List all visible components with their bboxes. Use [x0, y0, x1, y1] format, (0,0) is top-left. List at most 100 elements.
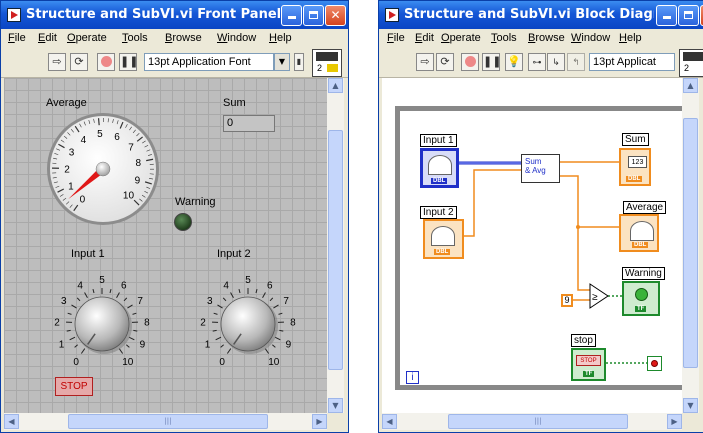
knob-tick: [126, 344, 130, 348]
maximize-icon: [684, 11, 693, 19]
font-selector[interactable]: 13pt Application Font: [144, 53, 274, 71]
size-grip[interactable]: [329, 413, 346, 430]
front-panel-title-bar[interactable]: Structure and SubVI.vi Front Panel ✕: [1, 1, 348, 29]
block-diagram-menu-bar: File Edit Operate Tools Browse Window Help: [379, 29, 703, 47]
gauge-scale-label: 2: [64, 164, 70, 175]
run-arrow-icon: ⇨: [420, 55, 430, 68]
knob-tick: [92, 289, 95, 294]
font-selector[interactable]: 13pt Applicat: [589, 53, 675, 71]
knob-scale-label: 6: [267, 281, 273, 292]
chevron-up-icon: ▲: [332, 81, 339, 90]
menu-item-operate[interactable]: Operate: [67, 32, 107, 44]
sum-avg-subvi[interactable]: Sum & Avg: [521, 154, 560, 183]
average-gauge[interactable]: 01 2 345 678 910: [44, 110, 162, 228]
chevron-left-icon: ◀: [8, 417, 15, 426]
scroll-left-button[interactable]: ◀: [4, 414, 19, 429]
menu-item-tools[interactable]: Tools: [122, 32, 148, 44]
input2-knob[interactable]: 01 234 5 678 9 10: [190, 264, 306, 374]
knob-tick: [212, 329, 217, 332]
retain-wire-values-button[interactable]: ⊶: [528, 53, 546, 71]
step-out-button[interactable]: ↰: [567, 53, 585, 71]
front-panel-toolbar: ⇨ ⟳ ❚❚ 13pt Application Font ▼ ▮ 2: [1, 47, 348, 78]
block-diagram-vertical-scrollbar[interactable]: ▲ ▼: [682, 78, 699, 413]
sum-label: Sum: [223, 97, 246, 109]
input2-terminal[interactable]: DBL: [423, 219, 464, 259]
menu-item-file[interactable]: File: [387, 32, 405, 44]
loop-condition-terminal[interactable]: [647, 356, 662, 371]
menu-item-edit[interactable]: Edit: [415, 32, 434, 44]
pause-button[interactable]: ❚❚: [482, 53, 502, 71]
input1-label: Input 1: [71, 248, 105, 260]
wire-junction-dot: [576, 225, 580, 229]
abort-button[interactable]: [97, 53, 115, 71]
vi-connector-pane-icon[interactable]: 2: [312, 49, 342, 77]
knob-scale-label: 10: [268, 357, 280, 368]
maximize-button[interactable]: [678, 5, 699, 26]
scroll-thumb[interactable]: [328, 130, 343, 370]
scroll-right-button[interactable]: ▶: [312, 414, 327, 429]
average-terminal[interactable]: DBL: [619, 214, 659, 252]
run-continuously-button[interactable]: ⟳: [70, 53, 88, 71]
scroll-thumb[interactable]: |||: [68, 414, 268, 429]
abort-button[interactable]: [461, 53, 479, 71]
pause-button[interactable]: ❚❚: [119, 53, 138, 71]
menu-item-help[interactable]: Help: [619, 32, 642, 44]
input1-knob[interactable]: 01 234 5 678 9 10: [44, 264, 160, 374]
numeric-constant[interactable]: 9: [561, 294, 573, 307]
scroll-down-button[interactable]: ▼: [683, 398, 698, 413]
font-dropdown-button[interactable]: ▼: [274, 53, 290, 71]
menu-item-operate[interactable]: Operate: [441, 32, 481, 44]
run-continuously-button[interactable]: ⟳: [436, 53, 454, 71]
knob-tick: [133, 329, 138, 332]
front-panel-horizontal-scrollbar[interactable]: ◀ ||| ▶: [4, 413, 327, 430]
stop-sign-icon: [100, 56, 112, 67]
scroll-down-button[interactable]: ▼: [328, 398, 343, 413]
align-objects-button[interactable]: ▮: [294, 53, 304, 71]
front-panel-vertical-scrollbar[interactable]: ▲ ▼: [327, 78, 344, 413]
scroll-up-button[interactable]: ▲: [683, 78, 698, 93]
step-into-icon: ↳: [552, 58, 560, 68]
scroll-up-button[interactable]: ▲: [328, 78, 343, 93]
run-button[interactable]: ⇨: [48, 53, 66, 71]
stop-button[interactable]: STOP: [55, 377, 93, 396]
input1-terminal[interactable]: DBL: [420, 148, 459, 188]
stop-terminal[interactable]: STOP TF: [571, 348, 606, 381]
pause-icon: ❚❚: [483, 55, 502, 68]
scroll-right-button[interactable]: ▶: [667, 414, 682, 429]
menu-item-file[interactable]: File: [8, 32, 26, 44]
scroll-left-button[interactable]: ◀: [382, 414, 397, 429]
minimize-button[interactable]: [281, 5, 302, 26]
gauge-scale-label: 3: [69, 148, 75, 159]
block-diagram-title-bar[interactable]: Structure and SubVI.vi Block Diagram ✕: [379, 1, 703, 29]
maximize-button[interactable]: [303, 5, 324, 26]
step-into-button[interactable]: ↳: [547, 53, 565, 71]
chevron-right-icon: ▶: [316, 417, 323, 426]
highlight-execution-button[interactable]: 💡: [505, 53, 523, 71]
scroll-thumb[interactable]: |||: [448, 414, 628, 429]
tf-type-tag: TF: [635, 306, 647, 312]
menu-item-window[interactable]: Window: [571, 32, 610, 44]
menu-item-browse[interactable]: Browse: [165, 32, 202, 44]
knob-tick: [67, 312, 72, 315]
knob-scale-label: 7: [137, 296, 143, 307]
scroll-thumb[interactable]: [683, 118, 698, 368]
connector-wire-icon: [327, 64, 338, 72]
warning-terminal[interactable]: TF: [622, 281, 660, 316]
vi-connector-pane-icon[interactable]: 2: [679, 49, 703, 77]
close-button[interactable]: ✕: [325, 5, 346, 26]
menu-item-edit[interactable]: Edit: [38, 32, 57, 44]
minimize-button[interactable]: [656, 5, 677, 26]
sum-terminal[interactable]: 123 DBL: [619, 148, 651, 186]
menu-item-help[interactable]: Help: [269, 32, 292, 44]
menu-item-tools[interactable]: Tools: [491, 32, 517, 44]
stop-button-glyph: STOP: [576, 355, 601, 366]
block-diagram-horizontal-scrollbar[interactable]: ◀ ||| ▶: [382, 413, 682, 430]
block-diagram-canvas[interactable]: i ≥ Input 1 DBL Input 2 DBL Sum & Avg Su…: [382, 78, 683, 413]
warning-led[interactable]: [174, 213, 192, 231]
menu-item-window[interactable]: Window: [217, 32, 256, 44]
menu-item-browse[interactable]: Browse: [528, 32, 565, 44]
step-out-icon: ↰: [572, 58, 580, 68]
gauge-glyph-icon: [630, 221, 654, 241]
front-panel-canvas[interactable]: Average 0 1 2 3 4 5 6 7 8 9 10 Sum 0 Warning Inp: [4, 78, 327, 413]
run-button[interactable]: ⇨: [416, 53, 434, 71]
